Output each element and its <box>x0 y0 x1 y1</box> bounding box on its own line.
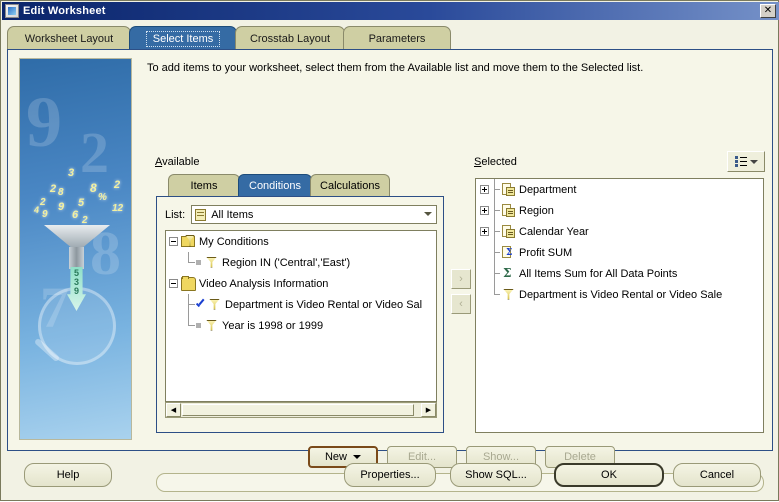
unchecked-marker[interactable] <box>196 323 201 328</box>
funnel-icon <box>204 319 219 333</box>
properties-button[interactable]: Properties... <box>344 463 436 487</box>
folder-funnel-icon <box>181 234 196 249</box>
instruction-text: To add items to your worksheet, select t… <box>147 62 644 74</box>
scroll-left-icon[interactable]: ◀ <box>166 403 181 417</box>
help-button[interactable]: Help <box>24 463 112 487</box>
tree-item-video-analysis-information[interactable]: Video Analysis Information <box>166 273 436 294</box>
collapse-toggle-icon[interactable] <box>168 278 180 290</box>
tree-item-label: Region IN ('Central','East') <box>222 256 351 269</box>
selected-item-profit-sum[interactable]: Σ Profit SUM <box>476 242 763 263</box>
available-horizontal-scrollbar[interactable]: ◀ ▶ <box>165 402 437 418</box>
selected-item-calendar-year[interactable]: Calendar Year <box>476 221 763 242</box>
unchecked-marker[interactable] <box>196 260 201 265</box>
show-sql-button[interactable]: Show SQL... <box>450 463 542 487</box>
tab-strip: Worksheet Layout Select Items Crosstab L… <box>7 26 773 50</box>
scroll-right-icon[interactable]: ▶ <box>421 403 436 417</box>
tab-crosstab-layout[interactable]: Crosstab Layout <box>235 26 345 50</box>
expand-toggle-icon[interactable] <box>479 226 491 238</box>
available-conditions-tree[interactable]: My Conditions Region IN ('Central','East… <box>165 230 437 402</box>
tree-item-region-in[interactable]: Region IN ('Central','East') <box>166 252 436 273</box>
dialog-footer: Help Properties... Show SQL... OK Cancel <box>1 453 779 502</box>
item-icon <box>501 182 516 197</box>
tab-items[interactable]: Items <box>168 174 240 196</box>
tab-parameters[interactable]: Parameters <box>343 26 451 50</box>
sum-item-icon: Σ <box>501 245 516 260</box>
document-icon <box>195 208 207 221</box>
selected-item-label: Calendar Year <box>519 225 589 238</box>
decorative-illustration: 92 87 3 8 2 2 8 % 2 9 5 12 9 6 2 4 539 <box>19 58 132 440</box>
tree-item-label: Video Analysis Information <box>199 277 329 290</box>
item-icon <box>501 203 516 218</box>
move-left-button[interactable]: ‹ <box>451 294 471 314</box>
tab-calculations[interactable]: Calculations <box>310 174 390 196</box>
selected-item-all-items-sum[interactable]: Σ All Items Sum for All Data Points <box>476 263 763 284</box>
tree-item-label: Year is 1998 or 1999 <box>222 319 324 332</box>
item-icon <box>501 224 516 239</box>
tab-worksheet-layout[interactable]: Worksheet Layout <box>7 26 131 50</box>
selected-items-tree[interactable]: Department Region Calendar Year Σ Profit… <box>475 178 764 433</box>
tree-elbow <box>182 252 196 273</box>
tree-item-department-condition[interactable]: Department is Video Rental or Video Sal <box>166 294 436 315</box>
selected-item-label: Department <box>519 183 577 196</box>
close-icon[interactable]: ✕ <box>760 4 776 18</box>
ok-button[interactable]: OK <box>554 463 664 487</box>
selected-item-label: All Items Sum for All Data Points <box>519 267 678 280</box>
selected-item-label: Region <box>519 204 554 217</box>
chevron-down-icon <box>424 212 432 216</box>
selected-item-department[interactable]: Department <box>476 179 763 200</box>
checked-marker[interactable] <box>196 300 205 309</box>
cancel-button[interactable]: Cancel <box>673 463 761 487</box>
app-icon <box>5 4 19 18</box>
tab-conditions[interactable]: Conditions <box>238 174 312 196</box>
folder-icon <box>181 275 196 291</box>
collapse-toggle-icon[interactable] <box>168 236 180 248</box>
selected-item-department-condition[interactable]: Department is Video Rental or Video Sale <box>476 284 763 305</box>
move-right-button[interactable]: › <box>451 269 471 289</box>
tree-elbow <box>182 294 196 315</box>
expand-toggle-icon[interactable] <box>479 184 491 196</box>
list-dropdown[interactable]: All Items <box>191 205 437 224</box>
tree-item-year-condition[interactable]: Year is 1998 or 1999 <box>166 315 436 336</box>
scroll-thumb[interactable] <box>182 404 414 416</box>
selected-item-region[interactable]: Region <box>476 200 763 221</box>
tab-page-select-items: To add items to your worksheet, select t… <box>7 49 773 492</box>
available-label: AAvailablevailable <box>155 156 200 168</box>
total-icon: Σ <box>503 265 512 280</box>
list-view-toggle-button[interactable] <box>727 151 765 172</box>
tree-elbow <box>182 315 196 336</box>
chevron-down-icon <box>749 159 758 164</box>
selected-item-label: Profit SUM <box>519 246 573 259</box>
list-dropdown-value: All Items <box>211 208 254 221</box>
funnel-icon <box>207 298 222 312</box>
funnel-icon <box>204 256 219 270</box>
list-view-icon <box>734 156 747 167</box>
tree-item-label: Department is Video Rental or Video Sal <box>225 298 423 311</box>
move-buttons: › ‹ <box>451 269 471 319</box>
expand-toggle-icon[interactable] <box>479 205 491 217</box>
tree-item-my-conditions[interactable]: My Conditions <box>166 231 436 252</box>
selected-item-label: Department is Video Rental or Video Sale <box>519 288 723 301</box>
list-selector-row: List: All Items <box>165 205 437 224</box>
available-panel: List: All Items My Conditions Region IN … <box>156 196 444 433</box>
tree-item-label: My Conditions <box>199 235 269 248</box>
funnel-icon <box>501 288 516 302</box>
selected-label: SelectedSelected <box>474 156 517 168</box>
title-bar: Edit Worksheet ✕ <box>2 2 779 20</box>
window-title: Edit Worksheet <box>23 5 106 17</box>
edit-worksheet-dialog: Edit Worksheet ✕ Worksheet Layout Select… <box>0 0 779 501</box>
tab-select-items[interactable]: Select Items <box>129 26 237 50</box>
list-label: List: <box>165 208 186 221</box>
